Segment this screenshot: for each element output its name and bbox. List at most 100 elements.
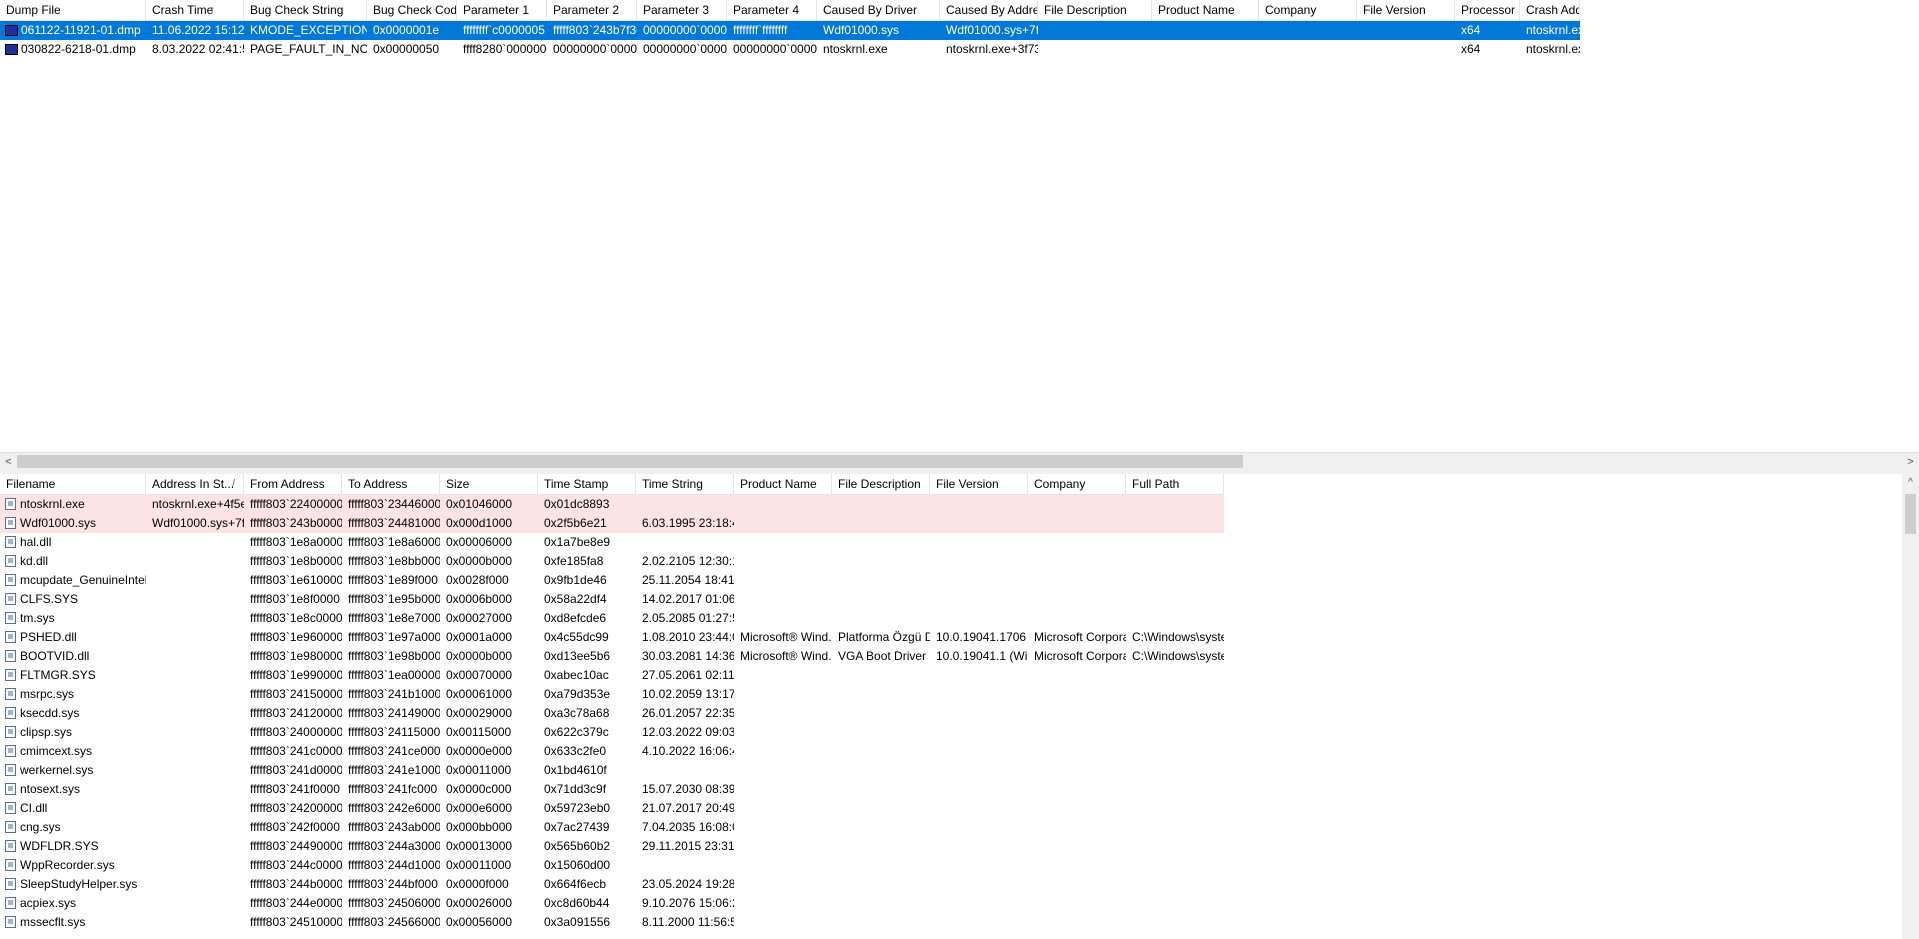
- table-row[interactable]: BOOTVID.dll fffff803`1e980000 fffff803`1e9…: [0, 647, 1224, 666]
- dump-list-pane[interactable]: Dump File Crash Time ↑ Bug Check String Bug …: [0, 0, 1919, 452]
- table-row[interactable]: SleepStudyHelper.sys fffff803`244b0000 fff…: [0, 875, 1224, 894]
- table-cell: [1357, 21, 1455, 40]
- column-header-file-version[interactable]: File Version: [930, 474, 1028, 494]
- table-cell: fffff803`241b1000: [348, 687, 440, 701]
- table-cell: [1028, 799, 1126, 818]
- table-cell: BOOTVID.dll: [0, 647, 146, 666]
- scroll-left-icon[interactable]: <: [0, 453, 17, 471]
- scroll-right-icon[interactable]: >: [1902, 453, 1919, 471]
- column-header-crash-time[interactable]: Crash Time ↑: [146, 0, 244, 20]
- table-cell: mcupdate_GenuineIntel.dll: [0, 571, 146, 590]
- table-cell: [734, 590, 832, 609]
- column-header-parameter-1[interactable]: Parameter 1: [457, 0, 547, 20]
- column-header-file-description[interactable]: File Description: [832, 474, 930, 494]
- column-header-caused-by-driver[interactable]: Caused By Driver: [817, 0, 940, 20]
- scroll-up-icon[interactable]: ^: [1902, 474, 1919, 491]
- column-header-caused-by-address[interactable]: Caused By Address: [940, 0, 1038, 20]
- table-cell: [146, 799, 244, 818]
- table-row[interactable]: CLFS.SYS fffff803`1e8f0000 fffff803`1e95b0…: [0, 590, 1224, 609]
- table-cell: fffff803`244d1000: [348, 858, 440, 872]
- table-row[interactable]: kd.dll fffff803`1e8b0000 fffff803`1e8bb000…: [0, 552, 1224, 571]
- table-row[interactable]: werkernel.sys fffff803`241d0000 fffff803`2…: [0, 761, 1224, 780]
- table-row[interactable]: FLTMGR.SYS fffff803`1e990000 fffff803`1ea0…: [0, 666, 1224, 685]
- table-cell: [832, 913, 930, 932]
- table-cell: [832, 495, 930, 514]
- vertical-scroll-thumb[interactable]: [1905, 494, 1916, 534]
- column-header-size[interactable]: Size: [440, 474, 538, 494]
- column-header-crash-address[interactable]: Crash Address: [1520, 0, 1580, 20]
- table-cell: [734, 666, 832, 685]
- column-header-company[interactable]: Company: [1259, 0, 1357, 20]
- vertical-scrollbar[interactable]: ^: [1902, 474, 1919, 939]
- table-row[interactable]: hal.dll fffff803`1e8a0000 fffff803`1e8a600…: [0, 533, 1224, 552]
- column-header-filename[interactable]: Filename: [0, 474, 146, 494]
- column-header-bug-check-code[interactable]: Bug Check Code: [367, 0, 457, 20]
- table-cell: [146, 704, 244, 723]
- table-cell: [1028, 856, 1126, 875]
- table-row[interactable]: acpiex.sys fffff803`244e0000 fffff803`2450…: [0, 894, 1224, 913]
- horizontal-scrollbar[interactable]: < >: [0, 452, 1919, 471]
- table-cell: [832, 875, 930, 894]
- horizontal-scroll-thumb[interactable]: [17, 455, 1243, 468]
- table-row[interactable]: mcupdate_GenuineIntel.dll fffff803`1e6100…: [0, 571, 1224, 590]
- column-header-time-string[interactable]: Time String: [636, 474, 734, 494]
- column-header-parameter-3[interactable]: Parameter 3: [637, 0, 727, 20]
- table-cell: fffff803`1e610000: [250, 573, 342, 587]
- table-row[interactable]: msrpc.sys fffff803`24150000 fffff803`241b1…: [0, 685, 1224, 704]
- table-row[interactable]: CI.dll fffff803`24200000 fffff803`242e6000…: [0, 799, 1224, 818]
- table-cell: [1028, 742, 1126, 761]
- column-header-to-address[interactable]: To Address: [342, 474, 440, 494]
- table-cell: [1126, 875, 1224, 894]
- column-header-bug-check-string[interactable]: Bug Check String: [244, 0, 367, 20]
- table-row[interactable]: ksecdd.sys fffff803`24120000 fffff803`2414…: [0, 704, 1224, 723]
- table-row[interactable]: 061122-11921-01.dmp 11.06.2022 15:12:39 KM…: [0, 21, 1580, 40]
- column-header-parameter-4[interactable]: Parameter 4: [727, 0, 817, 20]
- column-header-label: From Address: [250, 477, 325, 491]
- column-header-processor[interactable]: Processor: [1455, 0, 1520, 20]
- column-header-label: File Version: [936, 477, 999, 491]
- table-row[interactable]: ntosext.sys fffff803`241f0000 fffff803`241…: [0, 780, 1224, 799]
- column-header-time-stamp[interactable]: Time Stamp: [538, 474, 636, 494]
- table-cell: fffff803`242f0000: [250, 820, 340, 834]
- table-cell: [636, 856, 734, 875]
- column-header-product-name[interactable]: Product Name: [1152, 0, 1259, 20]
- dump-list-header: Dump File Crash Time ↑ Bug Check String Bug …: [0, 0, 1580, 21]
- table-cell: 11.06.2022 15:12:39: [152, 23, 244, 37]
- table-cell: [832, 780, 930, 799]
- driver-file-icon: [5, 536, 16, 548]
- column-header-full-path[interactable]: Full Path: [1126, 474, 1224, 494]
- column-header-label: Crash Address: [1526, 3, 1580, 17]
- table-cell: [146, 742, 244, 761]
- column-header-parameter-2[interactable]: Parameter 2: [547, 0, 637, 20]
- driver-list-pane[interactable]: Filename Address In St... / From Address To …: [0, 474, 1919, 939]
- table-cell: 00000000`000000...: [643, 42, 727, 56]
- column-header-label: Bug Check String: [250, 3, 344, 17]
- table-row[interactable]: ntoskrnl.exentoskrnl.exe+4f5e3efffff803`…: [0, 495, 1224, 514]
- table-row[interactable]: cmimcext.sys fffff803`241c0000 fffff803`24…: [0, 742, 1224, 761]
- table-cell: 10.0.19041.1 (WinB...: [936, 649, 1028, 663]
- table-cell: [146, 647, 244, 666]
- table-row[interactable]: clipsp.sys fffff803`24000000 fffff803`2411…: [0, 723, 1224, 742]
- table-row[interactable]: tm.sys fffff803`1e8c0000 fffff803`1e8e7000…: [0, 609, 1224, 628]
- table-cell: fffff803`243b0000: [244, 514, 342, 533]
- table-row[interactable]: Wdf01000.sysWdf01000.sys+7f30fffff803`24…: [0, 514, 1224, 533]
- column-header-from-address[interactable]: From Address: [244, 474, 342, 494]
- table-row[interactable]: WppRecorder.sys fffff803`244c0000 fffff803…: [0, 856, 1224, 875]
- column-header-file-description[interactable]: File Description: [1038, 0, 1152, 20]
- column-header-dump-file[interactable]: Dump File: [0, 0, 146, 20]
- column-header-file-version[interactable]: File Version: [1357, 0, 1455, 20]
- column-header-company[interactable]: Company: [1028, 474, 1126, 494]
- table-row[interactable]: cng.sys fffff803`242f0000 fffff803`243ab00…: [0, 818, 1224, 837]
- column-header-address-in-st[interactable]: Address In St... /: [146, 474, 244, 494]
- column-header-label: Full Path: [1132, 477, 1180, 491]
- table-row[interactable]: WDFLDR.SYS fffff803`24490000 fffff803`244a…: [0, 837, 1224, 856]
- column-header-product-name[interactable]: Product Name: [734, 474, 832, 494]
- table-cell: 7.04.2035 16:08:09: [642, 820, 734, 834]
- table-cell: [832, 552, 930, 571]
- table-row[interactable]: 030822-6218-01.dmp 8.03.2022 02:41:57 PAGE…: [0, 40, 1580, 59]
- table-cell: [832, 514, 930, 533]
- table-row[interactable]: mssecflt.sys fffff803`24510000 fffff803`24…: [0, 913, 1224, 932]
- column-header-label: Company: [1034, 477, 1086, 491]
- table-cell: 0x1a7be8e9: [544, 535, 611, 549]
- table-row[interactable]: PSHED.dll fffff803`1e960000 fffff803`1e97a…: [0, 628, 1224, 647]
